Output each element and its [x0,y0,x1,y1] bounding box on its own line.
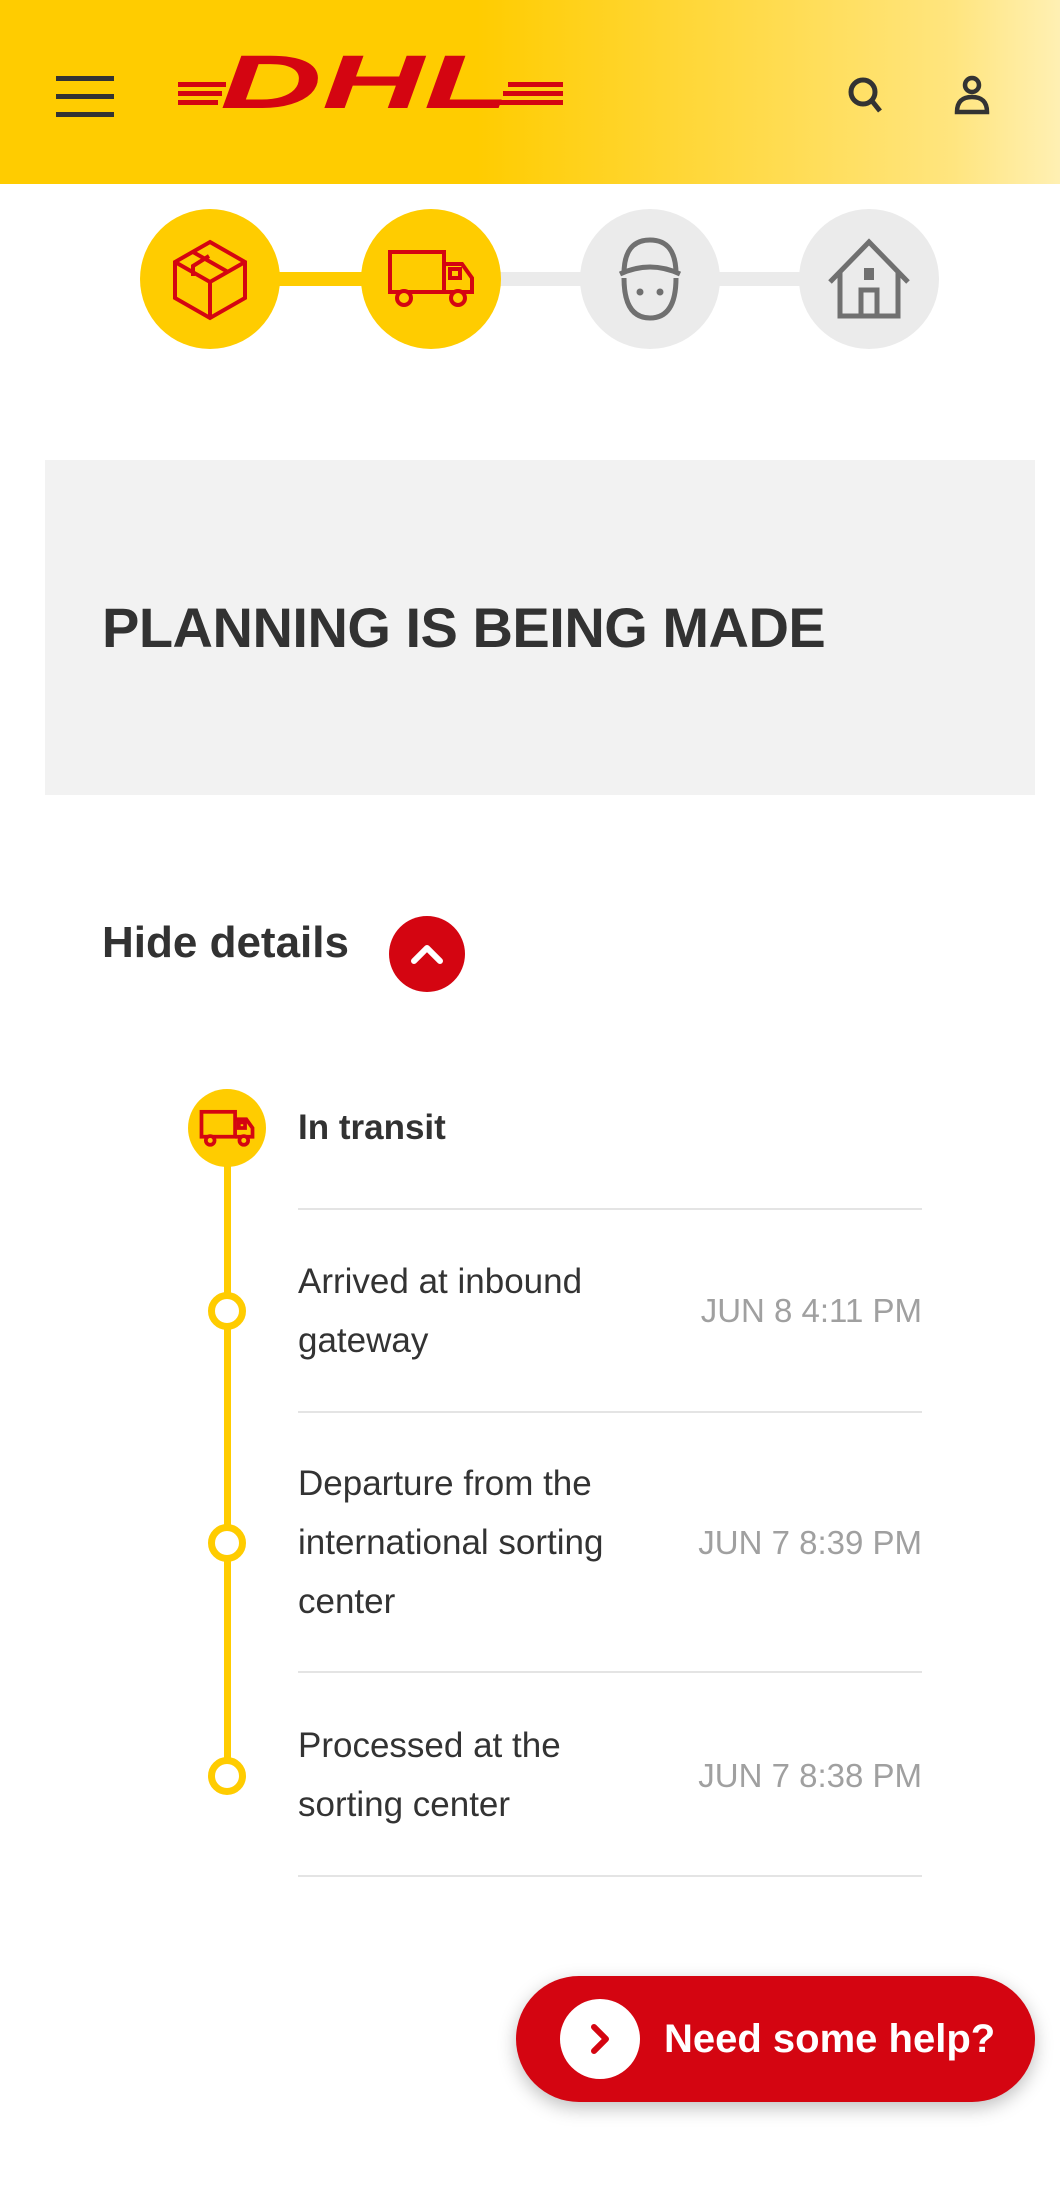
courier-icon [618,237,682,321]
timeline-event: Processed at the sorting center [298,1716,658,1834]
timeline-event: Arrived at inbound gateway [298,1252,658,1370]
step-in-transit [361,209,501,349]
event-text: Arrived at inbound [298,1262,583,1301]
divider [298,1208,922,1210]
status-title: PLANNING IS BEING MADE [102,596,826,659]
event-text: international sorting [298,1523,604,1562]
timeline-dot [208,1292,246,1330]
help-button[interactable]: Need some help? [516,1976,1035,2102]
step-delivered [799,209,939,349]
chevron-up-icon [411,945,443,964]
package-icon [173,239,247,321]
hamburger-icon[interactable] [56,76,114,130]
event-date: JUN 7 8:39 PM [698,1524,922,1561]
header: DHL [0,0,1060,184]
timeline-dot [208,1524,246,1562]
event-text: gateway [298,1321,429,1360]
search-icon[interactable] [846,75,886,117]
timeline-event: Departure from the international sorting c… [298,1454,658,1631]
event-text: Departure from the [298,1464,592,1503]
event-date: JUN 8 4:11 PM [700,1292,922,1329]
hide-details-label[interactable]: Hide details [102,918,349,968]
timeline-line [224,1128,231,1778]
house-icon [828,238,910,319]
divider [298,1875,922,1877]
status-box: PLANNING IS BEING MADE [45,460,1035,795]
divider [298,1671,922,1673]
dhl-logo[interactable]: DHL [178,52,563,112]
truck-icon [199,1109,255,1147]
timeline-dot [208,1757,246,1795]
logo-text: DHL [220,52,510,112]
event-text: sorting center [298,1785,511,1824]
event-date: JUN 7 8:38 PM [698,1757,922,1794]
timeline-current-status: In transit [298,1108,446,1147]
help-label: Need some help? [664,2016,996,2061]
truck-icon [388,250,474,307]
event-text: Processed at the [298,1726,561,1765]
user-icon[interactable] [952,74,992,116]
divider [298,1411,922,1413]
event-text: center [298,1582,396,1621]
step-picked-up [140,209,280,349]
chevron-right-icon [560,1999,640,2079]
step-courier [580,209,720,349]
hide-details-button[interactable] [389,916,465,992]
timeline-current-marker [188,1089,266,1167]
